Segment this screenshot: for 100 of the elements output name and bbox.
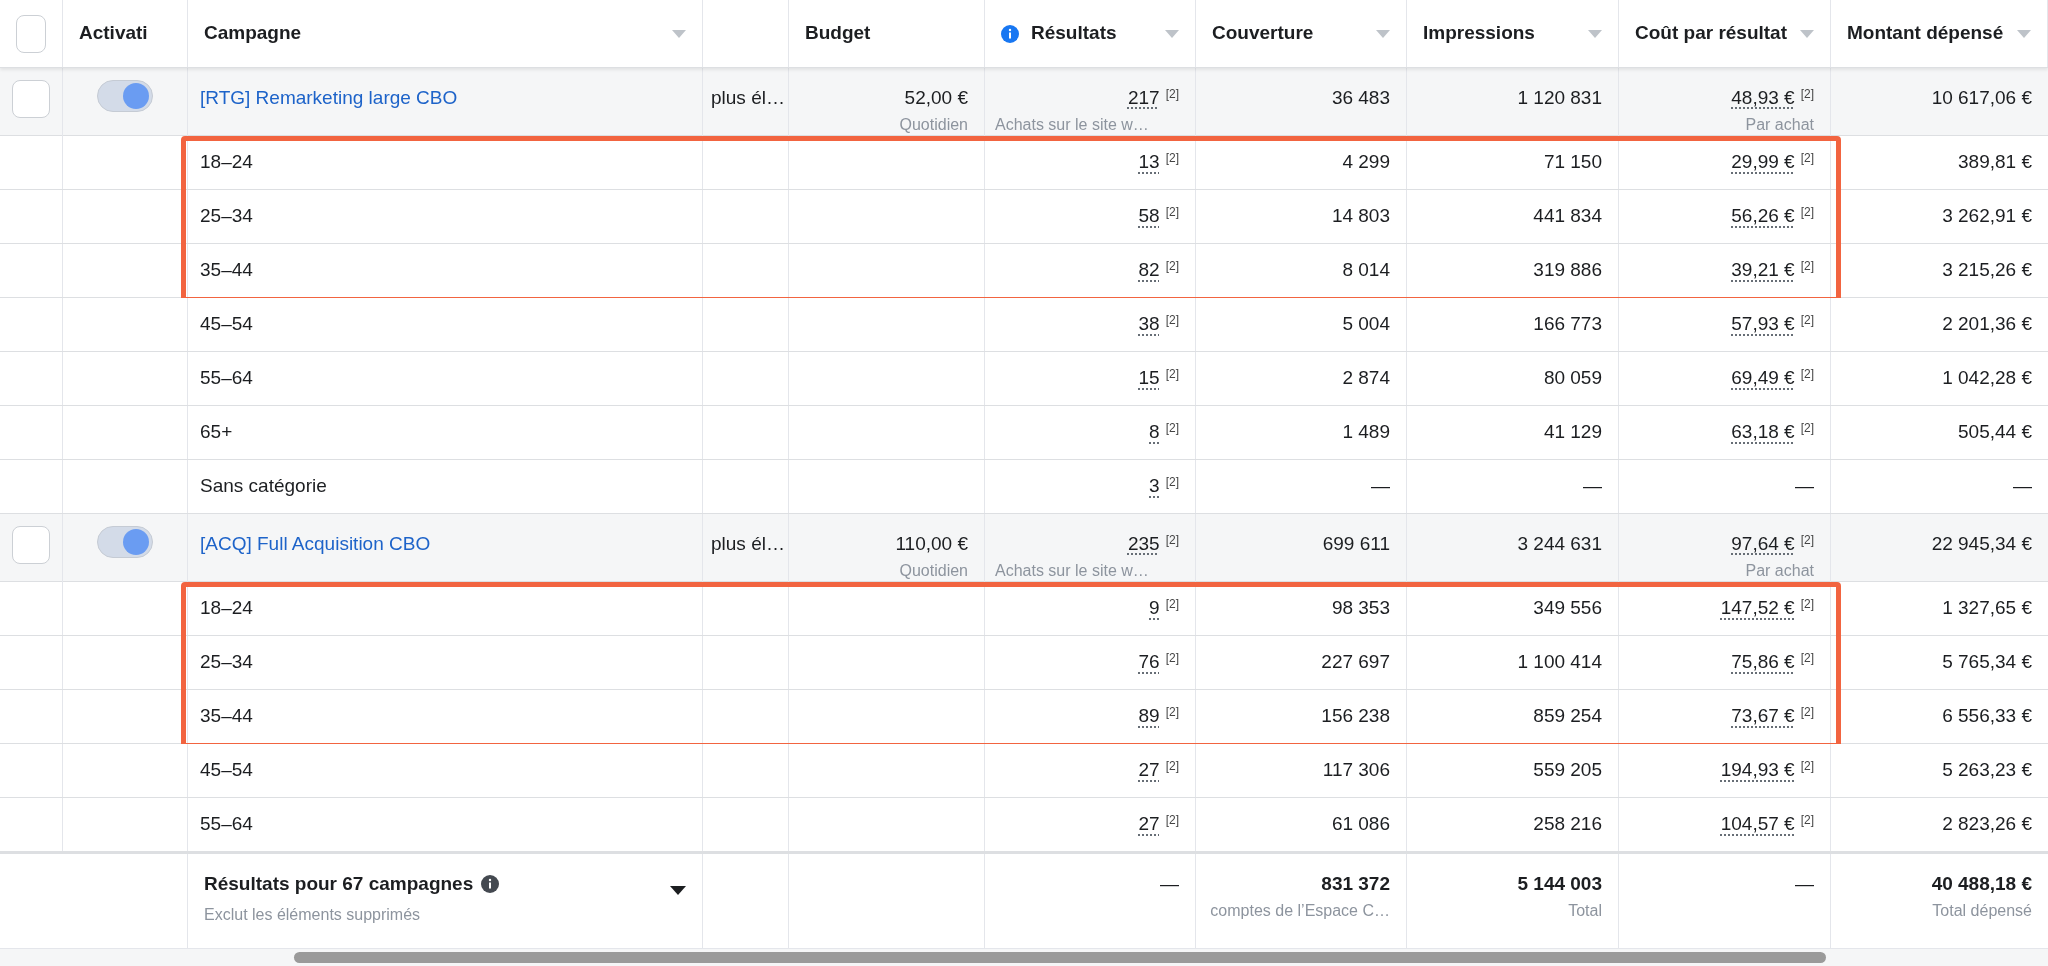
- footnote-mark: [2]: [1800, 312, 1814, 330]
- age-range: 18–24: [200, 596, 253, 621]
- metric-value: 117 306: [1322, 758, 1390, 783]
- metric-value: 5 004: [1342, 312, 1390, 337]
- checkbox[interactable]: [12, 526, 50, 564]
- metric-value[interactable]: 75,86 €: [1731, 648, 1795, 677]
- metric-value: 505,44 €: [1958, 420, 2032, 445]
- metric-value: 166 773: [1533, 312, 1602, 337]
- sort-caret-icon[interactable]: [1165, 29, 1179, 38]
- sort-caret-icon[interactable]: [1800, 29, 1814, 38]
- metric-value: 41 129: [1543, 420, 1602, 445]
- metric-value: 71 150: [1543, 150, 1602, 175]
- metric-value: 1 042,28 €: [1942, 366, 2032, 391]
- age-range: 25–34: [200, 204, 253, 229]
- metric-value: 61 086: [1331, 812, 1390, 837]
- sort-caret-icon[interactable]: [1376, 29, 1390, 38]
- metric-value[interactable]: 3: [1149, 472, 1160, 501]
- footnote-mark: [2]: [1800, 150, 1814, 168]
- metric-value[interactable]: 97,64 €: [1731, 530, 1795, 559]
- result-type: Achats sur le site w…: [995, 560, 1149, 581]
- metric-value: —: [1795, 474, 1814, 499]
- metric-value[interactable]: 9: [1149, 594, 1160, 623]
- metric-value[interactable]: 56,26 €: [1731, 202, 1795, 231]
- metric-value[interactable]: 76: [1138, 648, 1160, 677]
- result-type: Achats sur le site w…: [995, 114, 1149, 135]
- footnote-mark: [2]: [1800, 596, 1814, 614]
- footnote-mark: [2]: [1165, 258, 1179, 276]
- campaign-link[interactable]: [ACQ] Full Acquisition CBO: [200, 533, 431, 554]
- metric-value[interactable]: 63,18 €: [1731, 418, 1795, 447]
- metric-value[interactable]: 73,67 €: [1731, 702, 1795, 731]
- metric-value[interactable]: 194,93 €: [1720, 756, 1795, 785]
- age-range: 35–44: [200, 258, 253, 283]
- metric-value: 14 803: [1331, 204, 1390, 229]
- footnote-mark: [2]: [1165, 150, 1179, 168]
- info-icon[interactable]: [481, 875, 500, 894]
- sort-caret-icon[interactable]: [1588, 29, 1602, 38]
- summary-value: 5 144 003: [1517, 872, 1602, 896]
- age-range: 45–54: [200, 758, 253, 783]
- metric-value[interactable]: 29,99 €: [1731, 148, 1795, 177]
- metric-value: —: [2013, 474, 2032, 499]
- metric-value: 349 556: [1533, 596, 1602, 621]
- metric-value: 156 238: [1321, 704, 1390, 729]
- column-header[interactable]: Impressions: [1423, 19, 1535, 48]
- metric-value[interactable]: 8: [1149, 418, 1160, 447]
- metric-value[interactable]: 104,57 €: [1720, 810, 1795, 839]
- metric-value[interactable]: 217: [1127, 84, 1160, 113]
- metric-value[interactable]: 39,21 €: [1731, 256, 1795, 285]
- footnote-mark: [2]: [1800, 366, 1814, 384]
- cost-type: Par achat: [1745, 560, 1814, 581]
- metric-value[interactable]: 69,49 €: [1731, 364, 1795, 393]
- metric-value: 4 299: [1342, 150, 1390, 175]
- column-header[interactable]: Budget: [805, 19, 871, 48]
- column-header[interactable]: Résultats: [1031, 19, 1153, 48]
- footnote-mark: [2]: [1800, 204, 1814, 222]
- metric-value[interactable]: 15: [1138, 364, 1160, 393]
- metric-value: 319 886: [1533, 258, 1602, 283]
- column-header[interactable]: Activati: [79, 19, 148, 48]
- metric-value: 8 014: [1342, 258, 1390, 283]
- metric-value: 2 201,36 €: [1942, 312, 2032, 337]
- footnote-mark: [2]: [1165, 650, 1179, 668]
- delivery-status: plus él…: [711, 87, 785, 108]
- metric-value[interactable]: 27: [1138, 810, 1160, 839]
- dropdown-caret-icon[interactable]: [670, 886, 686, 895]
- horizontal-scrollbar[interactable]: [294, 952, 1826, 963]
- footnote-mark: [2]: [1800, 86, 1814, 103]
- column-header[interactable]: Campagne: [204, 19, 302, 48]
- checkbox[interactable]: [16, 14, 46, 53]
- metric-value[interactable]: 147,52 €: [1720, 594, 1795, 623]
- info-icon[interactable]: [1001, 24, 1019, 43]
- metric-value[interactable]: 89: [1138, 702, 1160, 731]
- checkbox[interactable]: [12, 80, 50, 118]
- metric-value: 5 765,34 €: [1942, 650, 2032, 675]
- metric-value[interactable]: 27: [1138, 756, 1160, 785]
- campaign-link[interactable]: [RTG] Remarketing large CBO: [200, 87, 458, 108]
- metric-value: 3 215,26 €: [1942, 258, 2032, 283]
- footnote-mark: [2]: [1165, 474, 1179, 492]
- metric-value: 80 059: [1543, 366, 1602, 391]
- toggle-switch[interactable]: [97, 80, 153, 112]
- metric-value[interactable]: 235: [1127, 530, 1160, 559]
- metric-value[interactable]: 58: [1138, 202, 1160, 231]
- metric-value: 22 945,34 €: [1931, 532, 2032, 556]
- metric-value: —: [1795, 872, 1814, 896]
- metric-value[interactable]: 13: [1138, 148, 1160, 177]
- metric-value[interactable]: 38: [1138, 310, 1160, 339]
- metric-value[interactable]: 57,93 €: [1731, 310, 1795, 339]
- footnote-mark: [2]: [1800, 420, 1814, 438]
- metric-value[interactable]: 82: [1138, 256, 1160, 285]
- toggle-switch[interactable]: [97, 526, 153, 558]
- budget-value: 52,00 €: [904, 86, 968, 110]
- column-header[interactable]: Couverture: [1212, 19, 1314, 48]
- metric-value: 10 617,06 €: [1931, 86, 2032, 110]
- footnote-mark: [2]: [1800, 532, 1814, 549]
- age-range: 25–34: [200, 650, 253, 675]
- sort-caret-icon[interactable]: [672, 29, 686, 38]
- column-header[interactable]: Montant dépensé: [1847, 19, 2004, 48]
- metric-value: 227 697: [1321, 650, 1390, 675]
- metric-value[interactable]: 48,93 €: [1731, 84, 1795, 113]
- column-header[interactable]: Coût par résultat: [1635, 19, 1788, 48]
- footnote-mark: [2]: [1165, 704, 1179, 722]
- sort-caret-icon[interactable]: [2017, 29, 2031, 38]
